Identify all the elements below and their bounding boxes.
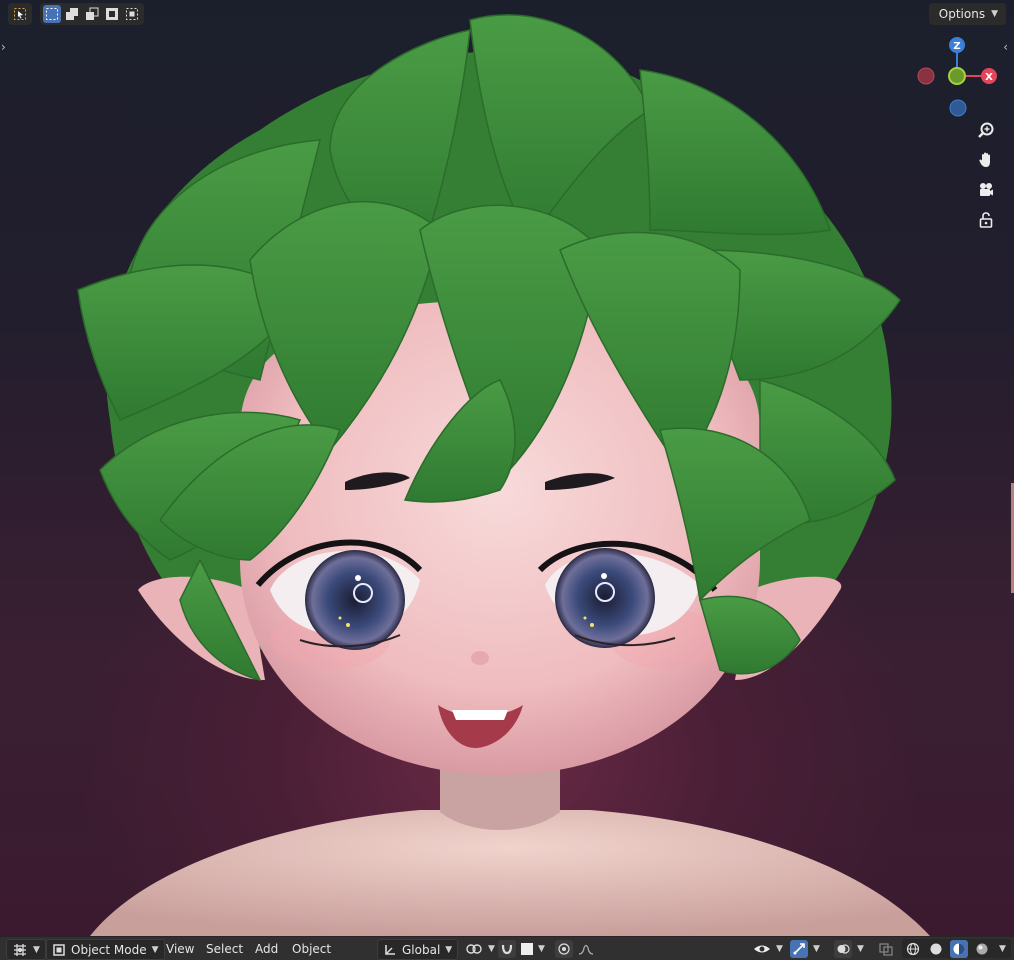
pivot-point-button[interactable]: ▼	[465, 939, 495, 958]
3d-viewport[interactable]: Options ▼ › ‹ Z X	[0, 0, 1014, 936]
chevron-down-icon: ▼	[776, 943, 783, 954]
falloff-curve-icon[interactable]	[578, 942, 594, 956]
menu-object[interactable]: Object	[286, 939, 337, 958]
overlay-circles-icon	[834, 939, 852, 958]
sidebar-expand-icon[interactable]: ‹	[1003, 40, 1008, 54]
shading-mode-group: ▼	[902, 939, 1011, 958]
chevron-down-icon: ▼	[445, 944, 453, 955]
transform-orientation-selector[interactable]: Global ▼	[377, 939, 459, 960]
chevron-down-icon[interactable]: ▼	[996, 944, 1009, 954]
select-subtract-icon[interactable]	[83, 5, 101, 23]
camera-icon[interactable]	[974, 178, 998, 202]
mode-selector[interactable]: Object Mode ▼	[46, 939, 165, 960]
lock-icon[interactable]	[974, 208, 998, 232]
pan-hand-icon[interactable]	[974, 148, 998, 172]
select-new-icon[interactable]	[43, 5, 61, 23]
selection-mode-group	[40, 3, 144, 25]
object-grid-icon	[14, 943, 26, 956]
chevron-down-icon: ▼	[488, 943, 495, 954]
menu-add[interactable]: Add	[249, 939, 284, 958]
snap-toggle[interactable]: ▼	[498, 939, 545, 958]
editor-type-button[interactable]: ▼	[6, 939, 46, 960]
eye-icon	[754, 945, 770, 952]
select-box-icon[interactable]	[11, 5, 29, 23]
select-invert-icon[interactable]	[103, 5, 121, 23]
options-label: Options	[938, 7, 986, 21]
select-intersect-icon[interactable]	[123, 5, 141, 23]
active-tool-group	[8, 3, 32, 25]
shading-wireframe-icon[interactable]	[904, 940, 922, 958]
zoom-icon[interactable]	[974, 118, 998, 142]
gizmo-z-label: Z	[953, 41, 960, 52]
chevron-down-icon: ▼	[857, 943, 864, 954]
shading-rendered-icon[interactable]	[973, 940, 991, 958]
orientation-axes-icon	[385, 944, 395, 955]
chevron-down-icon: ▼	[538, 943, 545, 954]
orientation-label: Global	[402, 942, 441, 957]
mode-label: Object Mode	[71, 942, 147, 957]
gizmo-neg-z	[949, 99, 967, 117]
proportional-edit-toggle[interactable]	[555, 939, 594, 958]
xray-toggle[interactable]	[878, 939, 894, 958]
snap-target-square[interactable]	[521, 942, 533, 955]
character-render	[77, 14, 930, 936]
options-button[interactable]: Options ▼	[928, 3, 1006, 25]
shading-solid-icon[interactable]	[927, 940, 945, 958]
toolbar-expand-icon[interactable]: ›	[1, 40, 6, 54]
chevron-down-icon: ▼	[813, 943, 820, 954]
snap-magnet-icon	[498, 939, 516, 958]
menu-select[interactable]: Select	[200, 939, 249, 958]
xray-icon	[879, 942, 893, 956]
gizmo-x-label: X	[985, 72, 993, 83]
menu-view[interactable]: View	[160, 939, 200, 958]
gizmo-neg-x	[917, 67, 935, 85]
nose	[471, 651, 489, 665]
chevron-down-icon: ▼	[33, 944, 40, 955]
viewport-header-bar: ▼ Object Mode ▼ View Select Add Object G…	[0, 936, 1014, 960]
shading-material-preview-icon[interactable]	[950, 939, 968, 958]
pivot-point-icon	[466, 943, 482, 954]
gizmo-arrow-icon	[790, 939, 808, 958]
overlay-toggle[interactable]: ▼	[834, 939, 864, 958]
object-mode-icon	[53, 943, 65, 956]
proportional-edit-icon	[555, 939, 573, 958]
gizmo-toggle[interactable]: ▼	[790, 939, 820, 958]
gizmo-y	[948, 67, 966, 85]
visibility-button[interactable]: ▼	[753, 939, 783, 958]
navigation-gizmo[interactable]: Z X	[912, 34, 1002, 120]
chevron-down-icon: ▼	[991, 9, 998, 19]
select-extend-icon[interactable]	[63, 5, 81, 23]
chevron-down-icon: ▼	[151, 944, 159, 955]
